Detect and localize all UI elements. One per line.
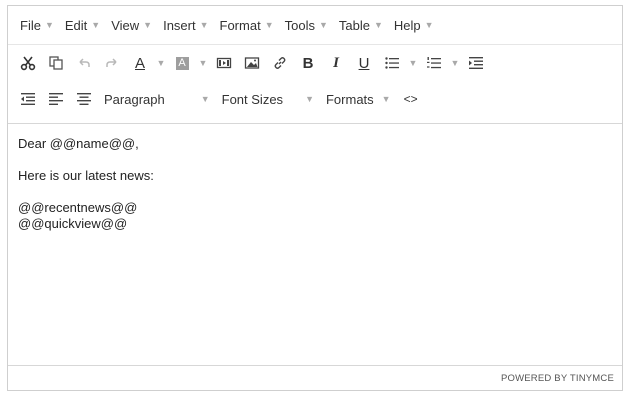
redo-icon [106,58,117,67]
content-line: Dear @@name@@, [18,136,139,151]
menu-tools[interactable]: Tools ▼ [283,18,337,33]
menu-edit[interactable]: Edit ▼ [63,18,109,33]
chevron-down-icon: ▼ [199,20,209,30]
chevron-down-icon: ▼ [156,58,166,68]
cut-button[interactable] [14,49,42,77]
menu-insert[interactable]: Insert ▼ [161,18,217,33]
bold-icon: B [302,54,314,72]
toolbar-row-2: Paragraph ▼ Font Sizes ▼ Formats ▼ <> [8,81,622,117]
redo-button[interactable] [98,49,126,77]
chevron-down-icon: ▼ [143,20,153,30]
chevron-down-icon: ▼ [198,58,208,68]
image-icon [244,57,260,69]
underline-button[interactable]: U [350,49,378,77]
link-icon [274,57,286,69]
align-center-icon [77,93,91,105]
text-color-button[interactable]: A [126,49,154,77]
menu-label: View [111,17,140,33]
chevron-down-icon: ▼ [318,20,328,30]
tinymce-editor: File ▼ Edit ▼ View ▼ Insert ▼ Format ▼ Tools ▼… [7,5,623,391]
font-size-select[interactable]: Font Sizes ▼ [216,92,320,107]
content-line: @@quickview@@ [18,216,128,231]
numbered-list-button[interactable] [420,49,448,77]
menu-label: Tools [284,17,315,33]
insert-link-button[interactable] [266,49,294,77]
chevron-down-icon: ▼ [200,94,210,104]
content-line: Here is our latest news: [18,168,154,183]
media-icon [216,57,232,69]
chevron-down-icon: ▼ [424,20,434,30]
chevron-down-icon: ▼ [373,20,383,30]
source-code-button[interactable]: <> [397,85,425,113]
align-left-button[interactable] [42,85,70,113]
outdent-icon [21,93,35,105]
menu-file[interactable]: File ▼ [18,18,63,33]
text-color-icon: A [134,54,145,72]
menu-label: Insert [163,17,196,33]
menu-label: File [20,17,41,33]
bullet-list-icon [385,57,399,69]
menu-label: Table [338,17,370,33]
menu-label: Edit [64,17,88,33]
formats-select[interactable]: Formats ▼ [320,92,397,107]
chevron-down-icon: ▼ [381,94,391,104]
undo-icon [79,58,90,67]
content-line: @@recentnews@@ [18,200,138,215]
menubar: File ▼ Edit ▼ View ▼ Insert ▼ Format ▼ Tools ▼… [8,6,622,44]
insert-image-button[interactable] [238,49,266,77]
toolbar-row-1: A ▼ A ▼ B I U ▼ ▼ [8,44,622,81]
code-icon: <> [403,92,418,106]
branding-link[interactable]: POWERED BY TINYMCE [501,373,614,384]
bullet-list-button[interactable] [378,49,406,77]
background-color-dropdown[interactable]: ▼ [196,49,210,77]
block-format-select[interactable]: Paragraph ▼ [98,92,216,107]
menu-view[interactable]: View ▼ [109,18,161,33]
editor-content[interactable]: Dear @@name@@, Here is our latest news: … [8,123,622,368]
align-left-icon [49,93,63,105]
numbered-list-dropdown[interactable]: ▼ [448,49,462,77]
menu-help[interactable]: Help ▼ [392,18,443,33]
chevron-down-icon: ▼ [264,20,274,30]
italic-icon: I [333,54,339,71]
formats-value: Formats [325,91,374,107]
font-size-value: Font Sizes [221,91,284,107]
numbered-list-icon [427,57,441,69]
bold-button[interactable]: B [294,49,322,77]
indent-button[interactable] [462,49,490,77]
text-color-dropdown[interactable]: ▼ [154,49,168,77]
menu-label: Help [393,17,421,33]
scissors-icon [20,56,36,71]
menu-table[interactable]: Table ▼ [337,18,392,33]
chevron-down-icon: ▼ [408,58,418,68]
underline-icon: U [358,54,370,72]
undo-button[interactable] [70,49,98,77]
chevron-down-icon: ▼ [305,94,314,104]
outdent-button[interactable] [14,85,42,113]
indent-icon [469,57,483,69]
background-color-icon: A [175,56,189,70]
align-center-button[interactable] [70,85,98,113]
copy-icon [49,56,63,70]
chevron-down-icon: ▼ [450,58,460,68]
chevron-down-icon: ▼ [91,20,101,30]
menu-format[interactable]: Format ▼ [218,18,283,33]
chevron-down-icon: ▼ [44,20,54,30]
insert-media-button[interactable] [210,49,238,77]
bullet-list-dropdown[interactable]: ▼ [406,49,420,77]
menu-label: Format [219,17,261,33]
block-format-value: Paragraph [104,91,165,107]
background-color-button[interactable]: A [168,49,196,77]
copy-button[interactable] [42,49,70,77]
statusbar: POWERED BY TINYMCE [8,365,622,390]
italic-button[interactable]: I [322,49,350,77]
